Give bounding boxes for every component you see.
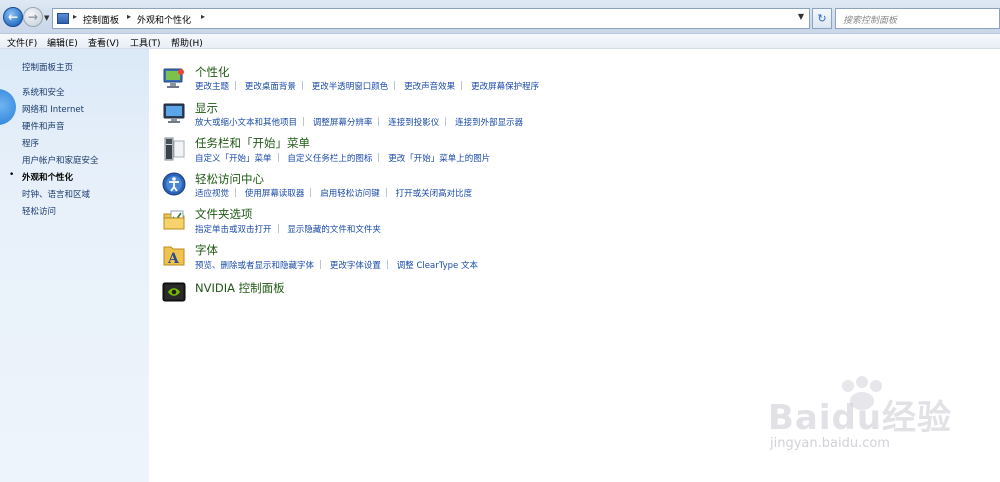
category-folder-options-title[interactable]: 文件夹选项 (195, 206, 253, 222)
refresh-button[interactable]: ↻ (812, 8, 832, 29)
baidu-watermark: Baidu经验 jingyan.baidu.com (768, 376, 988, 470)
sidebar-item-ease-of-access[interactable]: 轻松访问 (22, 205, 56, 217)
link-preview-fonts[interactable]: 预览、删除或者显示和隐藏字体 (195, 261, 314, 271)
address-dropdown-icon[interactable]: ▼ (795, 12, 807, 25)
menu-file[interactable]: 文件(F) (7, 36, 37, 49)
category-taskbar-title[interactable]: 任务栏和「开始」菜单 (195, 135, 310, 151)
chevron-right-icon[interactable]: ▸ (73, 12, 77, 21)
link-connect-external-display[interactable]: 连接到外部显示器 (455, 118, 523, 128)
link-change-theme[interactable]: 更改主题 (195, 82, 229, 92)
address-bar[interactable]: ▸ 控制面板 ▸ 外观和个性化 ▸ ▼ (52, 8, 810, 29)
watermark-brand: Baidu经验 (768, 398, 953, 438)
chevron-right-icon[interactable]: ▸ (201, 12, 205, 21)
category-fonts-title[interactable]: 字体 (195, 242, 218, 258)
category-personalization-title[interactable]: 个性化 (195, 64, 230, 80)
display-links: 放大或缩小文本和其他项目 调整屏幕分辨率 连接到投影仪 连接到外部显示器 (195, 116, 523, 128)
arrow-left-icon: ← (7, 10, 19, 24)
svg-text:A: A (167, 251, 180, 267)
category-display-title[interactable]: 显示 (195, 100, 218, 116)
link-customize-taskbar-icons[interactable]: 自定义任务栏上的图标 (287, 154, 372, 164)
link-use-screen-reader[interactable]: 使用屏幕读取器 (245, 189, 305, 199)
link-single-double-click[interactable]: 指定单击或双击打开 (195, 225, 272, 235)
link-text-size[interactable]: 放大或缩小文本和其他项目 (195, 118, 297, 128)
navigation-bar: ← → ▼ ▸ 控制面板 ▸ 外观和个性化 ▸ ▼ ↻ 搜索控制面板 (0, 0, 1000, 34)
link-adjust-cleartype[interactable]: 调整 ClearType 文本 (397, 261, 478, 271)
link-change-font-settings[interactable]: 更改字体设置 (330, 261, 381, 271)
taskbar-icon[interactable] (162, 137, 186, 161)
menu-view[interactable]: 查看(V) (88, 36, 119, 49)
fonts-icon[interactable]: A (162, 243, 186, 267)
breadcrumb-appearance[interactable]: 外观和个性化 (137, 13, 191, 26)
personalization-icon[interactable] (162, 66, 186, 90)
taskbar-links: 自定义「开始」菜单 自定义任务栏上的图标 更改「开始」菜单上的图片 (195, 152, 490, 164)
link-change-screensaver[interactable]: 更改屏幕保护程序 (471, 82, 539, 92)
category-nvidia-title[interactable]: NVIDIA 控制面板 (195, 280, 285, 296)
link-change-window-color[interactable]: 更改半透明窗口颜色 (312, 82, 389, 92)
search-input[interactable]: 搜索控制面板 (835, 8, 1000, 29)
sidebar-item-appearance: 外观和个性化 (22, 173, 74, 183)
forward-button[interactable]: → (23, 7, 43, 27)
link-enable-accessibility-keys[interactable]: 启用轻松访问键 (320, 189, 380, 199)
breadcrumb-control-panel[interactable]: 控制面板 (83, 13, 119, 26)
sidebar-item-network[interactable]: 网络和 Internet (22, 103, 84, 115)
refresh-icon: ↻ (817, 12, 827, 25)
link-change-start-menu-picture[interactable]: 更改「开始」菜单上的图片 (388, 154, 490, 164)
personalization-links: 更改主题 更改桌面背景 更改半透明窗口颜色 更改声音效果 更改屏幕保护程序 (195, 80, 539, 92)
link-connect-projector[interactable]: 连接到投影仪 (388, 118, 439, 128)
back-button[interactable]: ← (3, 7, 23, 27)
cursor-highlight (0, 89, 16, 125)
link-change-sounds[interactable]: 更改声音效果 (404, 82, 455, 92)
menu-bar: 文件(F) 编辑(E) 查看(V) 工具(T) 帮助(H) (0, 34, 1000, 49)
folder-options-icon[interactable] (162, 208, 186, 232)
link-customize-start-menu[interactable]: 自定义「开始」菜单 (195, 154, 272, 164)
watermark-url: jingyan.baidu.com (770, 436, 890, 451)
menu-tools[interactable]: 工具(T) (130, 36, 161, 49)
link-show-hidden-files[interactable]: 显示隐藏的文件和文件夹 (287, 225, 381, 235)
link-change-desktop-background[interactable]: 更改桌面背景 (245, 82, 296, 92)
link-toggle-high-contrast[interactable]: 打开或关闭高对比度 (396, 189, 473, 199)
folder-options-links: 指定单击或双击打开 显示隐藏的文件和文件夹 (195, 223, 381, 235)
sidebar-item-clock-language[interactable]: 时钟、语言和区域 (22, 188, 90, 200)
current-item-bullet: • (9, 170, 15, 180)
recent-pages-dropdown[interactable]: ▼ (44, 14, 49, 22)
display-icon[interactable] (162, 101, 186, 125)
menu-edit[interactable]: 编辑(E) (47, 36, 78, 49)
search-placeholder: 搜索控制面板 (843, 16, 898, 26)
chevron-right-icon[interactable]: ▸ (127, 12, 131, 21)
fonts-links: 预览、删除或者显示和隐藏字体 更改字体设置 调整 ClearType 文本 (195, 259, 478, 271)
ease-of-access-icon[interactable] (162, 172, 186, 196)
sidebar-item-hardware-sound[interactable]: 硬件和声音 (22, 120, 65, 132)
sidebar-item-system-security[interactable]: 系统和安全 (22, 86, 65, 98)
menu-help[interactable]: 帮助(H) (171, 36, 203, 49)
link-accommodate-vision[interactable]: 适应视觉 (195, 189, 229, 199)
link-screen-resolution[interactable]: 调整屏幕分辨率 (313, 118, 373, 128)
control-panel-icon (57, 13, 69, 24)
ease-of-access-links: 适应视觉 使用屏幕读取器 启用轻松访问键 打开或关闭高对比度 (195, 187, 473, 199)
sidebar-item-control-panel-home[interactable]: 控制面板主页 (22, 61, 73, 73)
sidebar-item-user-accounts[interactable]: 用户帐户和家庭安全 (22, 154, 99, 166)
nvidia-icon[interactable] (162, 280, 186, 304)
category-ease-of-access-title[interactable]: 轻松访问中心 (195, 171, 264, 187)
sidebar-item-programs[interactable]: 程序 (22, 137, 39, 149)
arrow-right-icon: → (27, 10, 39, 24)
